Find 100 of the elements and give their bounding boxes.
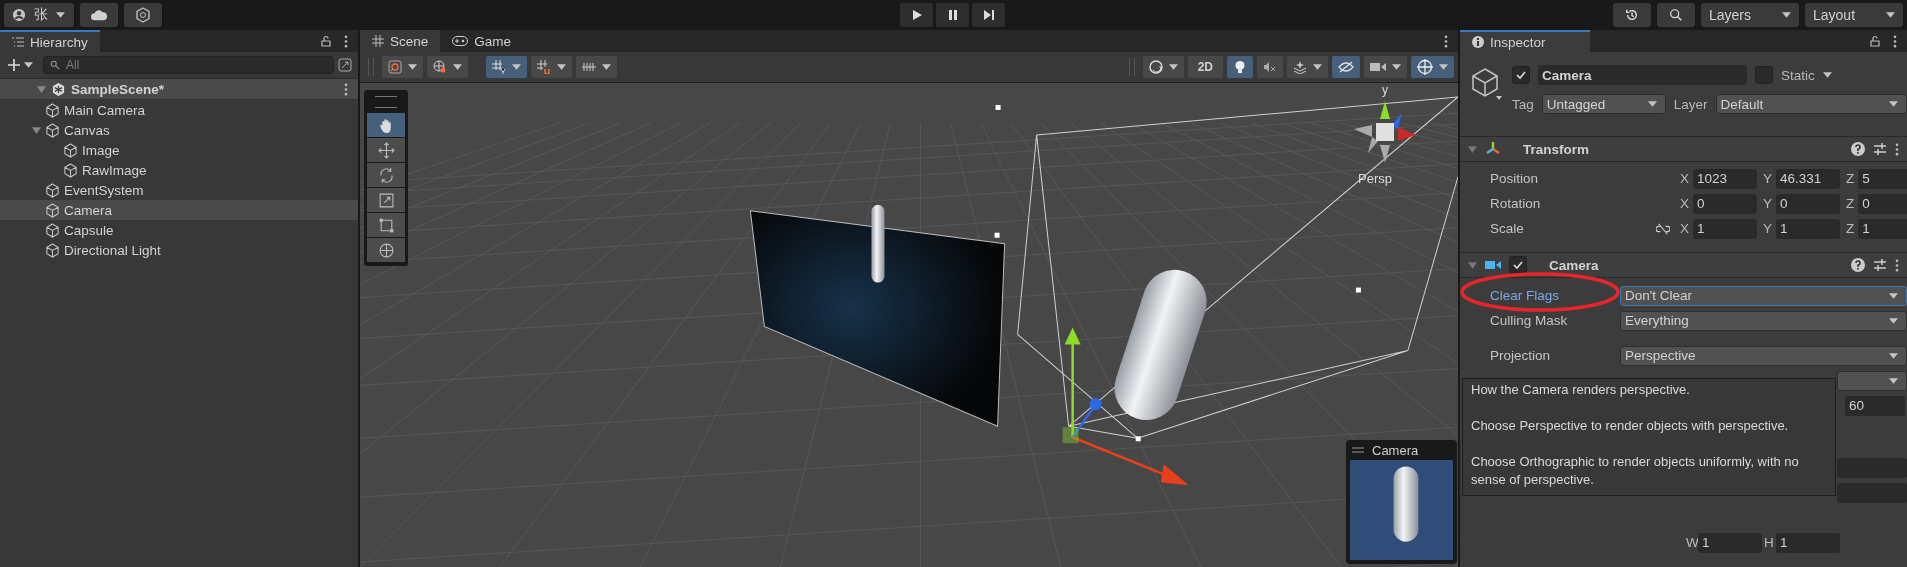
pause-icon <box>946 9 959 21</box>
component-header[interactable]: Camera <box>1460 252 1907 278</box>
hierarchy-item[interactable]: Canvas <box>0 120 358 140</box>
search-button[interactable] <box>1657 3 1695 27</box>
property-label: Rotation <box>1490 196 1542 211</box>
rotate-tool[interactable] <box>367 163 405 187</box>
light-toggle[interactable] <box>1227 56 1253 78</box>
view-tab[interactable]: Scene <box>360 30 441 52</box>
inspector-tab[interactable]: Inspector <box>1460 30 1590 52</box>
broken-link-icon[interactable] <box>1656 221 1670 236</box>
cube-icon[interactable] <box>1472 68 1502 102</box>
effects-toggle[interactable] <box>1287 56 1328 78</box>
property-field[interactable] <box>1837 457 1907 478</box>
number-field[interactable]: 0 <box>1776 193 1841 214</box>
pivot-toggle[interactable] <box>382 56 423 78</box>
more-options-icon[interactable] <box>1895 142 1899 156</box>
layer-dropdown[interactable]: Default <box>1715 94 1907 114</box>
view-tab[interactable]: Game <box>440 30 524 52</box>
enabled-checkbox[interactable] <box>1509 256 1527 274</box>
number-field[interactable]: 60 <box>1845 395 1905 416</box>
layers-sparkle-icon <box>1293 60 1307 74</box>
scene-header[interactable]: SampleScene* <box>0 79 358 100</box>
global-toggle[interactable] <box>427 56 468 78</box>
grid-toggle[interactable] <box>486 56 527 78</box>
camera-toggle[interactable] <box>1364 56 1407 78</box>
caret-icon <box>1889 377 1898 384</box>
drag-handle-icon[interactable] <box>375 96 397 108</box>
move-tool[interactable] <box>367 138 405 162</box>
pause-button[interactable] <box>936 3 969 27</box>
expand-arrow-icon[interactable] <box>1468 144 1477 154</box>
cloud-button[interactable] <box>80 3 118 27</box>
property-dropdown[interactable]: Don't Clear <box>1620 285 1907 306</box>
expand-arrow-icon[interactable] <box>1468 260 1477 270</box>
more-options-icon[interactable] <box>1444 34 1448 48</box>
snap-toggle[interactable] <box>531 56 572 78</box>
collaborate-button[interactable] <box>124 3 162 27</box>
hierarchy-tab[interactable]: Hierarchy <box>0 30 100 52</box>
expand-icon[interactable] <box>338 58 352 72</box>
hand-tool[interactable] <box>367 113 405 137</box>
property-dropdown[interactable] <box>1837 370 1907 391</box>
tooltip-text: Choose Perspective to render objects with perspective. <box>1471 417 1790 435</box>
more-options-icon[interactable] <box>344 82 348 96</box>
number-field[interactable]: 1 <box>1858 218 1907 239</box>
property-dropdown[interactable]: Perspective <box>1620 345 1907 366</box>
name-field[interactable]: Camera <box>1538 65 1747 85</box>
scene-viewport[interactable]: y Persp Camera <box>360 83 1458 567</box>
number-field[interactable]: 1023 <box>1693 168 1757 189</box>
drag-handle-icon[interactable] <box>1352 444 1364 456</box>
transform-tool[interactable] <box>367 238 405 262</box>
projection-label[interactable]: Persp <box>1358 171 1392 186</box>
gizmos-toggle[interactable] <box>1411 56 1454 78</box>
2d-mode-toggle[interactable]: 2D <box>1187 56 1223 78</box>
history-button[interactable] <box>1613 3 1651 27</box>
hierarchy-item[interactable]: EventSystem <box>0 180 358 200</box>
play-button[interactable] <box>900 3 933 27</box>
search-field[interactable]: All <box>43 56 334 74</box>
number-field[interactable]: 0 <box>1693 193 1757 214</box>
property-dropdown[interactable]: Everything <box>1620 310 1907 331</box>
hierarchy-item[interactable]: Main Camera <box>0 100 358 120</box>
account-button[interactable]: 张 <box>4 3 74 27</box>
more-options-icon[interactable] <box>344 34 348 48</box>
hierarchy-item[interactable]: Directional Light <box>0 240 358 260</box>
hierarchy-item[interactable]: Camera <box>0 200 358 220</box>
lock-icon[interactable] <box>1869 35 1881 47</box>
scale-tool[interactable] <box>367 188 405 212</box>
expand-arrow-icon[interactable] <box>32 125 41 135</box>
shading-toggle[interactable] <box>1142 56 1184 78</box>
more-options-icon[interactable] <box>1893 34 1897 48</box>
component-header[interactable]: Transform <box>1460 136 1907 162</box>
hierarchy-item[interactable]: Image <box>0 140 358 160</box>
number-field[interactable]: 0 <box>1858 193 1907 214</box>
help-icon[interactable] <box>1851 142 1865 156</box>
active-checkbox[interactable] <box>1512 66 1530 84</box>
rect-tool[interactable] <box>367 213 405 237</box>
sliders-icon[interactable] <box>1873 258 1887 272</box>
hierarchy-item[interactable]: Capsule <box>0 220 358 240</box>
lock-icon[interactable] <box>320 35 332 47</box>
step-button[interactable] <box>972 3 1005 27</box>
number-field[interactable]: 1 <box>1776 532 1840 553</box>
increment-toggle[interactable] <box>576 56 617 78</box>
number-field[interactable]: 1 <box>1698 532 1762 553</box>
static-checkbox[interactable] <box>1755 66 1773 84</box>
help-icon[interactable] <box>1851 258 1865 272</box>
number-field[interactable]: 5 <box>1858 168 1907 189</box>
hierarchy-item[interactable]: RawImage <box>0 160 358 180</box>
layers-dropdown[interactable]: Layers <box>1701 3 1799 27</box>
number-field[interactable]: 1 <box>1693 218 1757 239</box>
number-field[interactable]: 1 <box>1776 218 1841 239</box>
expand-arrow-icon[interactable] <box>37 84 46 94</box>
caret-icon[interactable] <box>1822 72 1832 78</box>
visibility-toggle[interactable] <box>1332 56 1360 78</box>
property-field[interactable] <box>1837 482 1907 503</box>
layer-label: Layer <box>1673 96 1708 112</box>
layout-dropdown[interactable]: Layout <box>1805 3 1903 27</box>
list-icon <box>12 36 24 48</box>
tag-dropdown[interactable]: Untagged <box>1541 94 1666 114</box>
number-field[interactable]: 46.331 <box>1776 168 1841 189</box>
sliders-icon[interactable] <box>1873 142 1887 156</box>
audio-toggle[interactable] <box>1257 56 1283 78</box>
more-options-icon[interactable] <box>1895 258 1899 272</box>
